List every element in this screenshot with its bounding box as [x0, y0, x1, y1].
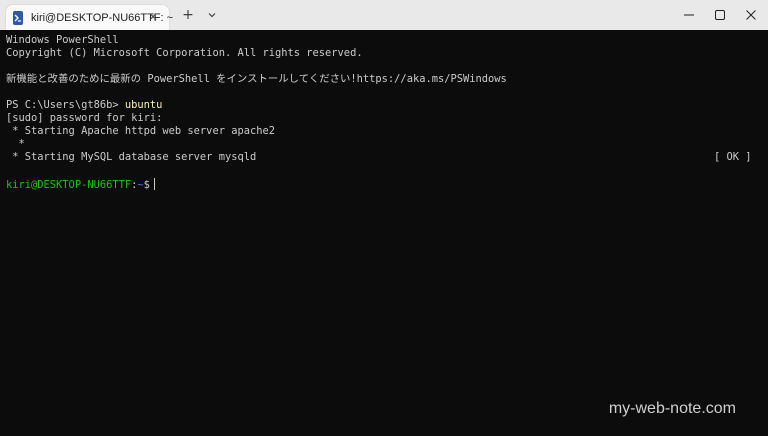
close-window-icon[interactable] — [740, 4, 762, 26]
title-bar: kiri@DESKTOP-NU66TTF: ~ ✕ + — [0, 0, 768, 30]
plus-icon[interactable]: + — [180, 7, 196, 23]
command-text: ubuntu — [124, 99, 163, 111]
terminal-tab[interactable]: kiri@DESKTOP-NU66TTF: ~ ✕ — [6, 5, 173, 30]
terminal-line: * Starting MySQL database server mysqld — [6, 151, 257, 163]
powershell-icon — [13, 10, 23, 25]
ps-prompt: PS C:\Users\gt86b> — [6, 99, 125, 111]
terminal-line: Copyright (C) Microsoft Corporation. All… — [6, 47, 363, 59]
prompt-user: kiri@DESKTOP-NU66TTF — [6, 179, 132, 191]
close-icon[interactable]: ✕ — [147, 11, 159, 23]
terminal-line: [sudo] password for kiri: — [6, 112, 163, 124]
minimize-icon[interactable] — [678, 4, 700, 26]
watermark: my-web-note.com — [608, 400, 736, 417]
terminal-line: 新機能と改善のために最新の PowerShell をインストールしてください!h… — [6, 73, 507, 85]
prompt-symbol: $ — [143, 179, 150, 191]
status-ok: [ OK ] — [714, 151, 752, 163]
text-cursor — [153, 178, 155, 190]
terminal-line: * Starting Apache httpd web server apach… — [6, 125, 275, 137]
bash-prompt-line: kiri@DESKTOP-NU66TTF:~$ — [6, 178, 155, 192]
terminal-prompt-line: PS C:\Users\gt86b> ubuntu — [6, 99, 162, 112]
terminal-area[interactable]: Windows PowerShell Copyright (C) Microso… — [0, 30, 768, 436]
terminal-line: Windows PowerShell — [6, 34, 119, 46]
terminal-line: * — [6, 138, 25, 150]
chevron-down-icon[interactable] — [204, 7, 220, 23]
maximize-icon[interactable] — [709, 4, 731, 26]
